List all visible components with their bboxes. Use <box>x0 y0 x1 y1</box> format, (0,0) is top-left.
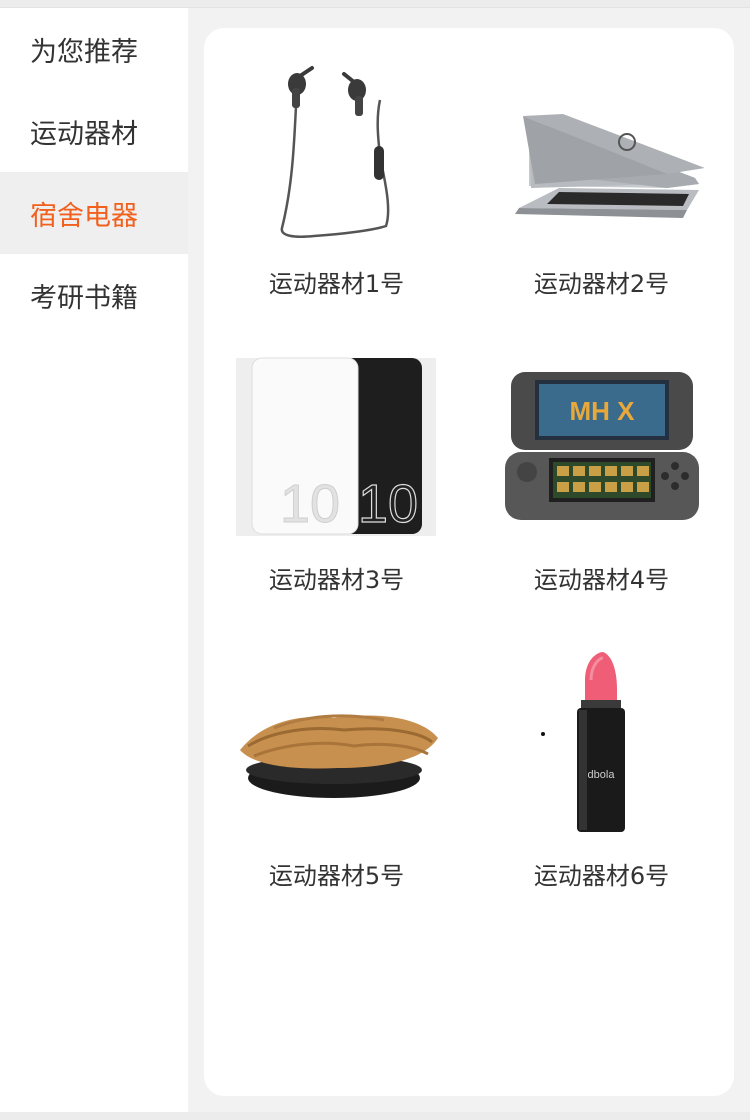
product-card[interactable]: 运动器材1号 <box>204 28 424 308</box>
handheld-console-image: MH X <box>499 354 704 539</box>
power-bank-image: 10 10 <box>234 354 439 539</box>
svg-text:dbola: dbola <box>588 769 616 781</box>
sidebar-item-label: 宿舍电器 <box>30 200 138 232</box>
svg-text:MH X: MH X <box>570 396 636 426</box>
product-card[interactable]: 运动器材5号 <box>204 620 438 900</box>
svg-text:10: 10 <box>280 474 340 534</box>
product-label: 运动器材2号 <box>533 270 670 298</box>
product-card[interactable]: 运动器材2号 <box>469 28 704 308</box>
sidebar-item-recommended[interactable]: 为您推荐 <box>0 8 188 90</box>
product-label: 运动器材6号 <box>533 862 670 890</box>
lipstick-image: dbola <box>499 650 704 835</box>
svg-text:10: 10 <box>358 474 418 534</box>
page: 为您推荐 运动器材 宿舍电器 考研书籍 运动器材1号 运动器材2号 10 10 … <box>0 0 750 1120</box>
crackers-bowl-image <box>234 650 439 835</box>
sidebar-item-dorm-appliances[interactable]: 宿舍电器 <box>0 172 188 254</box>
top-divider <box>0 0 750 8</box>
sidebar-item-sports-equipment[interactable]: 运动器材 <box>0 90 188 172</box>
category-sidebar: 为您推荐 运动器材 宿舍电器 考研书籍 <box>0 8 188 1112</box>
bottom-divider <box>0 1112 750 1120</box>
product-card[interactable]: MH X 运动器材4号 <box>469 324 699 604</box>
sidebar-item-exam-books[interactable]: 考研书籍 <box>0 254 188 336</box>
product-panel: 运动器材1号 运动器材2号 10 10 运动器材3号 MH X 运动器材4号 运… <box>204 28 734 1096</box>
product-label: 运动器材1号 <box>268 270 405 298</box>
product-label: 运动器材3号 <box>268 566 405 594</box>
sidebar-item-label: 为您推荐 <box>30 36 138 68</box>
product-label: 运动器材5号 <box>268 862 405 890</box>
sidebar-item-label: 考研书籍 <box>30 282 138 314</box>
sidebar-item-label: 运动器材 <box>30 118 138 150</box>
product-card[interactable]: dbola 运动器材6号 <box>469 620 689 900</box>
earphones-image <box>234 58 439 243</box>
product-label: 运动器材4号 <box>533 566 670 594</box>
product-card[interactable]: 10 10 运动器材3号 <box>204 324 436 604</box>
laptop-image <box>499 58 704 243</box>
